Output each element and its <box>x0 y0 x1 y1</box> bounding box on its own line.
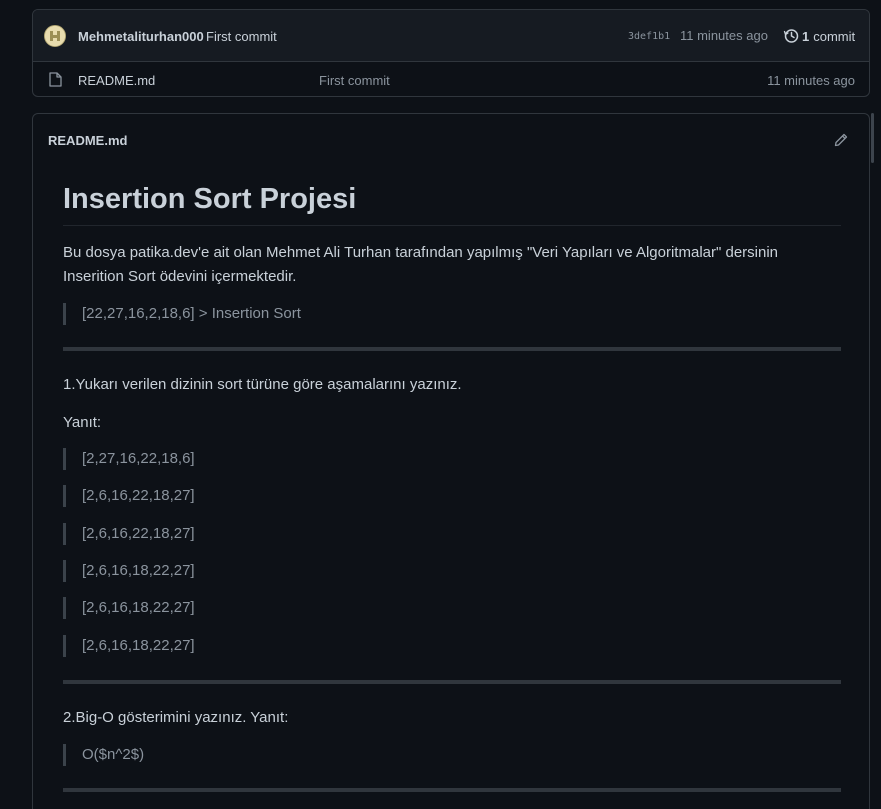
commit-sha-link[interactable]: 3def1b1 <box>628 31 670 42</box>
step-quote: [2,6,16,22,18,27] <box>63 523 841 545</box>
step-quote: [2,27,16,22,18,6] <box>63 448 841 470</box>
commit-message-link[interactable]: First commit <box>206 29 277 44</box>
bigo-quote: O($n^2$) <box>63 744 841 766</box>
file-name-link[interactable]: README.md <box>78 73 155 88</box>
scrollbar-thumb[interactable] <box>871 113 874 163</box>
pencil-icon <box>834 133 848 147</box>
file-commit-link[interactable]: First commit <box>319 73 390 88</box>
divider <box>63 788 841 792</box>
commit-count-label: commit <box>813 28 856 44</box>
readme-header: README.md <box>33 114 869 166</box>
divider <box>63 680 841 684</box>
history-icon <box>783 29 799 43</box>
commit-count: 1 <box>802 28 810 44</box>
step-quote: [2,6,16,18,22,27] <box>63 635 841 657</box>
repository-view: Mehmetaliturhan000 First commit 3def1b1 … <box>0 0 881 809</box>
step-quote: [2,6,16,18,22,27] <box>63 597 841 619</box>
commit-author-link[interactable]: Mehmetaliturhan000 <box>78 29 204 44</box>
readme-filename-link[interactable]: README.md <box>48 133 127 148</box>
commit-time: 11 minutes ago <box>680 28 768 43</box>
file-time: 11 minutes ago <box>767 73 855 88</box>
file-list-box: Mehmetaliturhan000 First commit 3def1b1 … <box>32 9 870 97</box>
edit-readme-button[interactable] <box>833 132 849 148</box>
readme-intro: Bu dosya patika.dev'e ait olan Mehmet Al… <box>63 244 779 285</box>
file-icon <box>49 72 62 92</box>
step-quote: [2,6,16,22,18,27] <box>63 485 841 507</box>
latest-commit-bar: Mehmetaliturhan000 First commit 3def1b1 … <box>33 10 869 62</box>
divider <box>63 347 841 351</box>
file-row[interactable]: README.md First commit 11 minutes ago <box>33 62 869 96</box>
readme-box: README.md Insertion Sort Projesi Bu dosy… <box>32 113 870 809</box>
question-1: 1.Yukarı verilen dizinin sort türüne gör… <box>63 376 462 393</box>
question-2: 2.Big-O gösterimini yazınız. Yanıt: <box>63 709 289 726</box>
readme-heading: Insertion Sort Projesi <box>63 174 841 226</box>
answer-label: Yanıt: <box>63 414 102 431</box>
avatar[interactable] <box>44 25 66 47</box>
step-quote: [2,6,16,18,22,27] <box>63 560 841 582</box>
commit-history-link[interactable]: 1 commit <box>783 28 855 44</box>
readme-quote-array: [22,27,16,2,18,6] > Insertion Sort <box>63 303 841 325</box>
readme-content: Insertion Sort Projesi Bu dosya patika.d… <box>63 174 841 792</box>
